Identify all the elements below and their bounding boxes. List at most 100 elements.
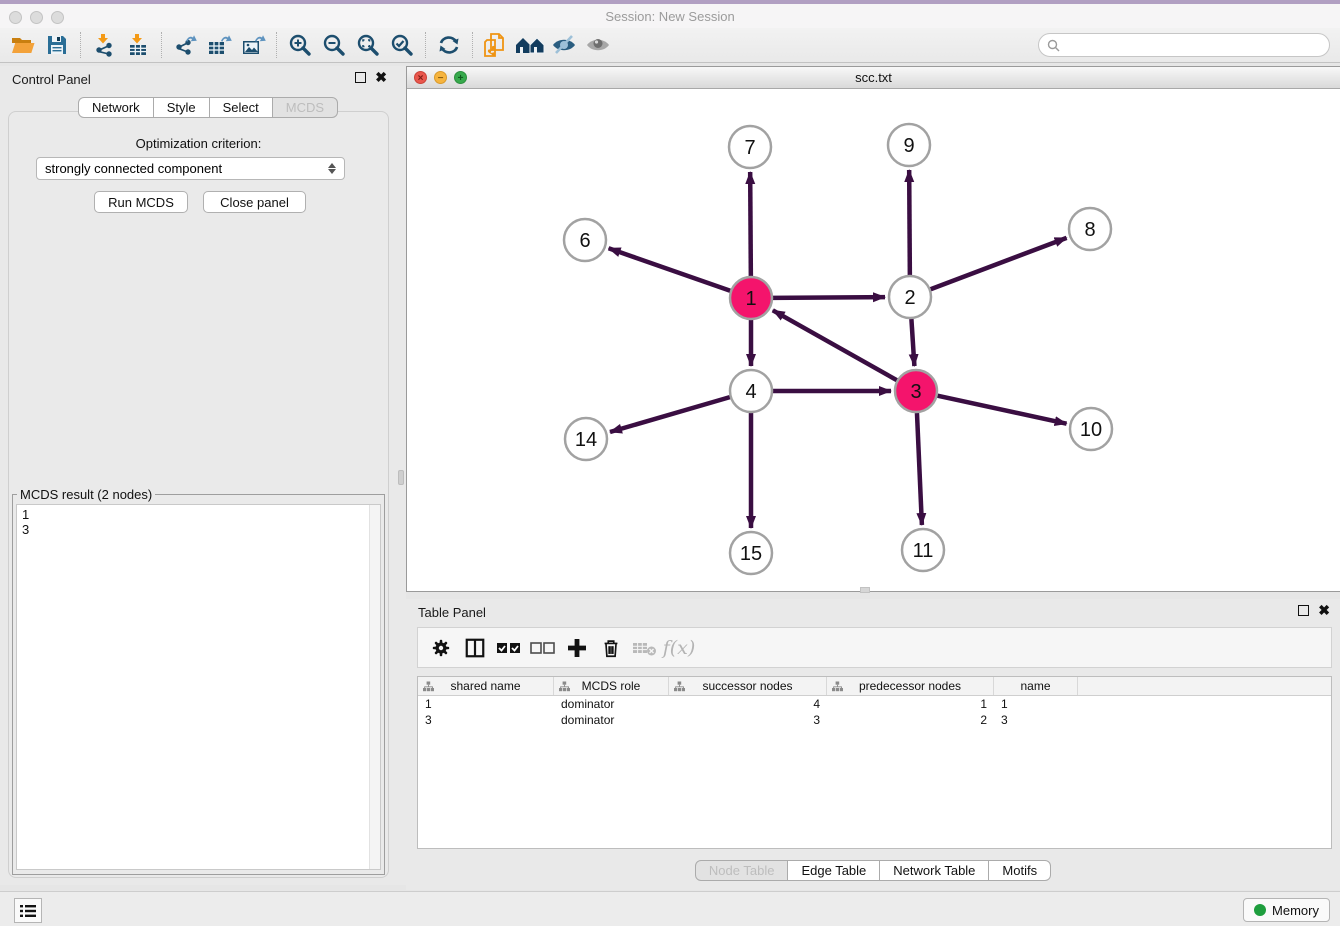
edge-2-3[interactable] (911, 319, 914, 366)
tab-node-table[interactable]: Node Table (695, 860, 789, 881)
network-window-titlebar[interactable]: × − + scc.txt (407, 67, 1340, 89)
first-neighbors-icon[interactable] (513, 30, 547, 60)
cell-predecessor-nodes[interactable]: 1 (827, 696, 994, 712)
node-label-7: 7 (744, 137, 755, 159)
close-window-icon[interactable] (9, 11, 22, 24)
window-traffic-lights[interactable] (9, 11, 64, 24)
zoom-out-icon[interactable] (317, 30, 351, 60)
run-mcds-button[interactable]: Run MCDS (94, 191, 188, 213)
tab-mcds[interactable]: MCDS (273, 97, 338, 118)
export-network-icon[interactable] (168, 30, 202, 60)
tab-edge-table[interactable]: Edge Table (788, 860, 880, 881)
add-column-icon[interactable] (562, 633, 592, 663)
cell-MCDS-role[interactable]: dominator (554, 696, 669, 712)
edge-1-2[interactable] (773, 297, 885, 298)
node-label-10: 10 (1080, 419, 1102, 441)
maximize-network-icon[interactable]: + (454, 71, 467, 84)
refresh-icon[interactable] (432, 30, 466, 60)
edge-1-6[interactable] (609, 248, 731, 290)
zoom-fit-icon[interactable] (351, 30, 385, 60)
horizontal-splitter-handle[interactable] (860, 587, 870, 593)
hide-selected-icon[interactable] (547, 30, 581, 60)
search-field[interactable] (1038, 33, 1330, 57)
main-titlebar: Session: New Session (0, 4, 1340, 28)
network-canvas[interactable]: 7968124314101511 (407, 89, 1339, 592)
toolbar-separator (161, 32, 162, 58)
node-label-3: 3 (910, 381, 921, 403)
gear-icon[interactable] (426, 633, 456, 663)
save-session-icon[interactable] (40, 30, 74, 60)
edge-2-8[interactable] (931, 238, 1067, 289)
select-all-columns-icon[interactable] (494, 633, 524, 663)
delete-column-icon[interactable] (596, 633, 626, 663)
task-history-button[interactable] (14, 898, 42, 923)
float-table-panel-icon[interactable] (1298, 605, 1309, 616)
table-toolbar: f(x) (417, 627, 1332, 668)
node-label-14: 14 (575, 429, 597, 451)
float-panel-icon[interactable] (355, 72, 366, 83)
close-table-panel-icon[interactable]: ✖ (1318, 605, 1330, 616)
zoom-selected-icon[interactable] (385, 30, 419, 60)
table-row[interactable]: 1dominator411 (418, 696, 1331, 712)
edge-2-9[interactable] (909, 170, 910, 275)
edge-3-10[interactable] (937, 396, 1066, 424)
node-label-2: 2 (904, 287, 915, 309)
column-browser-icon[interactable] (460, 633, 490, 663)
node-table-header[interactable]: shared nameMCDS rolesuccessor nodesprede… (418, 677, 1331, 696)
close-network-icon[interactable]: × (414, 71, 427, 84)
edge-1-7[interactable] (750, 172, 751, 276)
maximize-window-icon[interactable] (51, 11, 64, 24)
main-toolbar (0, 28, 1340, 63)
column-header-successor-nodes[interactable]: successor nodes (669, 677, 827, 695)
show-all-icon[interactable] (581, 30, 615, 60)
memory-button[interactable]: Memory (1243, 898, 1330, 922)
edge-3-11[interactable] (917, 413, 922, 525)
cell-successor-nodes[interactable]: 3 (669, 712, 827, 728)
table-row[interactable]: 3dominator323 (418, 712, 1331, 728)
column-header-predecessor-nodes[interactable]: predecessor nodes (827, 677, 994, 695)
mcds-result-scrollbar[interactable] (369, 505, 380, 869)
tab-select[interactable]: Select (210, 97, 273, 118)
cell-predecessor-nodes[interactable]: 2 (827, 712, 994, 728)
minimize-window-icon[interactable] (30, 11, 43, 24)
search-input[interactable] (1065, 38, 1329, 52)
column-header-name[interactable]: name (994, 677, 1078, 695)
toolbar-separator (472, 32, 473, 58)
unselect-all-columns-icon[interactable] (528, 633, 558, 663)
open-file-icon[interactable] (6, 30, 40, 60)
node-label-15: 15 (740, 543, 762, 565)
minimize-network-icon[interactable]: − (434, 71, 447, 84)
edge-4-14[interactable] (610, 397, 730, 432)
memory-status-icon (1254, 904, 1266, 916)
column-header-MCDS-role[interactable]: MCDS role (554, 677, 669, 695)
vertical-splitter[interactable] (397, 66, 406, 885)
mcds-result-text[interactable]: 1 3 (16, 504, 381, 870)
tab-motifs[interactable]: Motifs (989, 860, 1051, 881)
node-table-body[interactable]: 1dominator4113dominator323 (418, 696, 1331, 728)
cell-MCDS-role[interactable]: dominator (554, 712, 669, 728)
edge-3-1[interactable] (773, 310, 897, 380)
close-panel-icon[interactable]: ✖ (375, 72, 387, 83)
optimization-criterion-select[interactable]: strongly connected component (36, 157, 345, 180)
tab-network-table[interactable]: Network Table (880, 860, 989, 881)
node-label-1: 1 (745, 288, 756, 310)
delete-table-icon[interactable] (630, 633, 660, 663)
new-network-icon[interactable] (479, 30, 513, 60)
node-table[interactable]: shared nameMCDS rolesuccessor nodesprede… (417, 676, 1332, 849)
cell-name[interactable]: 1 (994, 696, 1078, 712)
tab-style[interactable]: Style (154, 97, 210, 118)
import-network-icon[interactable] (87, 30, 121, 60)
splitter-handle[interactable] (398, 470, 404, 485)
cell-name[interactable]: 3 (994, 712, 1078, 728)
close-panel-button[interactable]: Close panel (203, 191, 306, 213)
export-table-icon[interactable] (202, 30, 236, 60)
cell-shared-name[interactable]: 1 (418, 696, 554, 712)
zoom-in-icon[interactable] (283, 30, 317, 60)
export-image-icon[interactable] (236, 30, 270, 60)
import-table-icon[interactable] (121, 30, 155, 60)
control-panel-header: Control Panel (0, 66, 397, 92)
cell-successor-nodes[interactable]: 4 (669, 696, 827, 712)
tab-network[interactable]: Network (78, 97, 154, 118)
cell-shared-name[interactable]: 3 (418, 712, 554, 728)
column-header-shared-name[interactable]: shared name (418, 677, 554, 695)
